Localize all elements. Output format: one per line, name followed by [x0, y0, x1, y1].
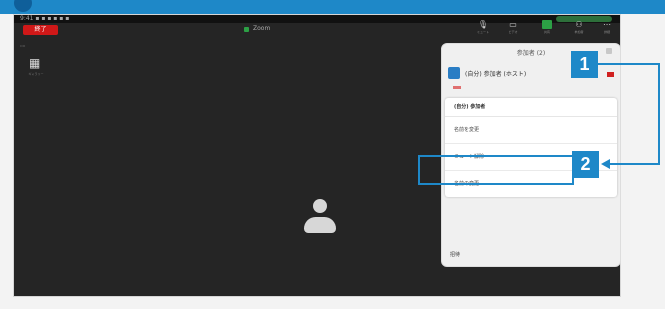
callout-badge-1: 1: [571, 51, 598, 78]
callout-arrow-icon: [601, 159, 610, 169]
more-button[interactable]: ⋯ 詳細: [595, 20, 619, 38]
avatar-head: [313, 199, 327, 213]
close-icon[interactable]: [606, 48, 612, 54]
callout-badge-2: 2: [572, 151, 599, 178]
highlight-box: [418, 155, 574, 185]
gallery-view-label: ギャラリー: [28, 72, 44, 76]
share-label: 共有: [543, 30, 550, 34]
menu-header: (自分) 参加者: [445, 98, 617, 117]
meeting-title-text: Zoom: [253, 25, 271, 32]
side-indicator: ▫▫: [20, 43, 26, 48]
status-bar: 9:41 ▪ ▪ ▪ ▪ ▪ ▪: [14, 15, 620, 23]
mute-button[interactable]: 🎙 ミュート: [471, 20, 495, 38]
callout-line-top: [598, 63, 660, 65]
participant-avatar-icon: [448, 67, 460, 79]
video-button[interactable]: ▭ ビデオ: [501, 20, 525, 38]
video-camera-icon: ▭: [509, 20, 517, 29]
shield-icon: [244, 26, 249, 32]
more-icon: ⋯: [603, 20, 611, 29]
instruction-header-band: [0, 0, 665, 14]
muted-microphone-icon: [607, 72, 614, 77]
callout-line-right: [658, 63, 660, 165]
header-dot: [14, 0, 32, 12]
panel-title-text: 参加者 (2): [516, 50, 546, 57]
participants-label: 参加者: [574, 30, 584, 34]
more-label: 詳細: [603, 30, 610, 34]
microphone-icon: 🎙: [477, 20, 489, 29]
avatar-body: [304, 217, 336, 233]
end-meeting-button[interactable]: 終了: [23, 25, 58, 35]
participant-avatar: [298, 199, 342, 241]
participants-button[interactable]: ⚇ 参加者: [567, 20, 591, 38]
callout-line-bottom: [606, 163, 660, 165]
participant-name: (自分) 参加者 (ホスト): [465, 71, 527, 78]
status-time: 9:41 ▪ ▪ ▪ ▪ ▪ ▪: [20, 15, 70, 22]
meeting-title[interactable]: Zoom: [244, 23, 270, 35]
participants-icon: ⚇: [575, 20, 583, 29]
gallery-view-icon[interactable]: ▦: [29, 57, 42, 70]
mute-label: ミュート: [476, 30, 489, 34]
indicator-mark: [453, 86, 461, 89]
share-screen-icon: [542, 20, 552, 29]
invite-button[interactable]: 招待: [450, 251, 460, 258]
share-button[interactable]: 共有: [535, 20, 559, 38]
video-label: ビデオ: [508, 30, 518, 34]
menu-item-rename[interactable]: 名前を変更: [445, 117, 617, 144]
